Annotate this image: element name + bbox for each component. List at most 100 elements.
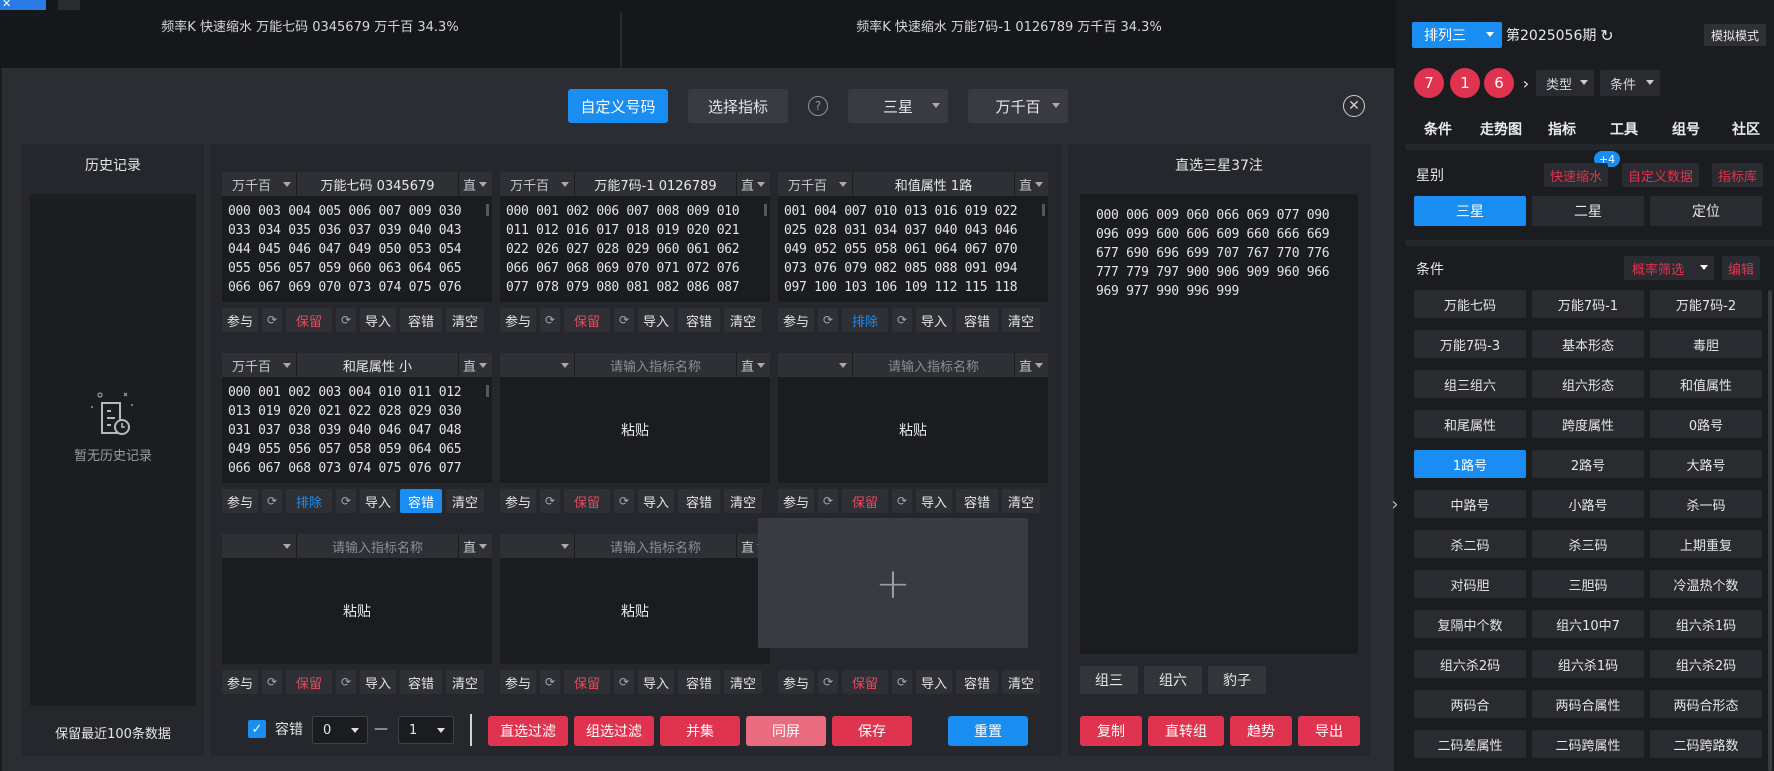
reset-button[interactable]: 重置 <box>948 716 1028 746</box>
select-indicator-button[interactable]: 选择指标 <box>688 89 788 123</box>
edit-button[interactable]: 编辑 <box>1722 256 1761 280</box>
paste-area[interactable]: 粘贴 <box>778 377 1048 483</box>
card-position-select[interactable]: 万千百 <box>778 172 853 196</box>
union-button[interactable]: 并集 <box>660 716 740 746</box>
clear-button[interactable]: 清空 <box>1002 670 1040 694</box>
nav-group-numbers[interactable]: 组号 <box>1666 118 1706 140</box>
condition-item[interactable]: 两码合属性 <box>1532 690 1644 718</box>
import-button[interactable]: 导入 <box>360 308 396 332</box>
join-button[interactable]: 参与 <box>222 670 258 694</box>
refresh-icon[interactable]: ⟳ <box>540 670 560 694</box>
import-button[interactable]: 导入 <box>360 489 396 513</box>
condition-item[interactable]: 基本形态 <box>1532 330 1644 358</box>
card-position-select[interactable]: 万千百 <box>222 353 297 377</box>
condition-item[interactable]: 上期重复 <box>1650 530 1762 558</box>
condition-item[interactable]: 1路号 <box>1414 450 1526 478</box>
condition-item[interactable]: 跨度属性 <box>1532 410 1644 438</box>
clear-button[interactable]: 清空 <box>446 308 484 332</box>
import-button[interactable]: 导入 <box>360 670 396 694</box>
paste-area[interactable]: 粘贴 <box>500 377 770 483</box>
keep-exclude-button[interactable]: 保留 <box>286 308 332 332</box>
nav-community[interactable]: 社区 <box>1726 118 1766 140</box>
nav-tools[interactable]: 工具 <box>1604 118 1644 140</box>
condition-item[interactable]: 大路号 <box>1650 450 1762 478</box>
clear-button[interactable]: 清空 <box>446 489 484 513</box>
card-numbers[interactable]: 000 003 004 005 006 007 009 030 033 034 … <box>228 202 480 298</box>
condition-item[interactable]: 组六杀2码 <box>1414 650 1526 678</box>
same-screen-button[interactable]: 同屏 <box>746 716 826 746</box>
join-button[interactable]: 参与 <box>500 489 536 513</box>
custom-data-button[interactable]: 自定义数据 <box>1622 163 1700 187</box>
tolerance-button[interactable]: 容错 <box>956 670 998 694</box>
group3-button[interactable]: 组三 <box>1080 666 1138 694</box>
condition-item[interactable]: 组三组六 <box>1414 370 1526 398</box>
condition-item[interactable]: 冷温热个数 <box>1650 570 1762 598</box>
condition-item[interactable]: 杀三码 <box>1532 530 1644 558</box>
condition-item[interactable]: 组六杀2码 <box>1650 650 1762 678</box>
import-button[interactable]: 导入 <box>638 308 674 332</box>
clear-button[interactable]: 清空 <box>1002 308 1040 332</box>
card-direct-select[interactable]: 直 <box>458 172 492 196</box>
condition-item[interactable]: 二码跨路数 <box>1650 730 1762 758</box>
group-filter-button[interactable]: 组选过滤 <box>574 716 654 746</box>
card-numbers[interactable]: 000 001 002 006 007 008 009 010 011 012 … <box>506 202 758 298</box>
card-scrollbar[interactable] <box>486 204 489 216</box>
tolerance-button[interactable]: 容错 <box>956 308 998 332</box>
fault-tolerance-checkbox[interactable]: ✓ <box>248 720 266 738</box>
condition-item[interactable]: 二码跨属性 <box>1532 730 1644 758</box>
quick-shrink-button[interactable]: 快速缩水 <box>1544 163 1609 187</box>
join-button[interactable]: 参与 <box>222 308 258 332</box>
nav-trend[interactable]: 走势图 <box>1474 118 1528 140</box>
clear-button[interactable]: 清空 <box>1002 489 1040 513</box>
refresh-icon[interactable]: ⟳ <box>540 489 560 513</box>
card-direct-select[interactable]: 直 <box>736 353 770 377</box>
chart-tab-close[interactable]: ✕ <box>0 0 46 10</box>
paste-area[interactable]: 粘贴 <box>500 558 770 664</box>
tolerance-button[interactable]: 容错 <box>678 670 720 694</box>
tolerance-button[interactable]: 容错 <box>400 308 442 332</box>
tab-two-star[interactable]: 二星 <box>1532 196 1644 226</box>
simulation-mode-button[interactable]: 模拟模式 <box>1704 24 1766 46</box>
import-button[interactable]: 导入 <box>638 670 674 694</box>
card-position-select[interactable] <box>778 353 853 377</box>
refresh-icon[interactable]: ⟳ <box>336 308 356 332</box>
card-scrollbar[interactable] <box>486 385 489 397</box>
keep-exclude-button[interactable]: 保留 <box>564 308 610 332</box>
position-select[interactable]: 万千百 <box>968 89 1068 123</box>
card-direct-select[interactable]: 直 <box>458 534 492 558</box>
to-group-button[interactable]: 直转组 <box>1148 716 1224 746</box>
refresh-icon[interactable]: ⟳ <box>614 670 634 694</box>
condition-item[interactable]: 三胆码 <box>1532 570 1644 598</box>
leopard-button[interactable]: 豹子 <box>1208 666 1266 694</box>
chevron-right-icon[interactable]: › <box>1520 70 1532 96</box>
import-button[interactable]: 导入 <box>916 670 952 694</box>
condition-item[interactable]: 组六杀1码 <box>1532 650 1644 678</box>
paste-area[interactable]: 粘贴 <box>222 558 492 664</box>
condition-item[interactable]: 万能7码-2 <box>1650 290 1762 318</box>
tolerance-button[interactable]: 容错 <box>956 489 998 513</box>
star-select[interactable]: 三星 <box>848 89 948 123</box>
refresh-icon[interactable]: ⟳ <box>262 489 282 513</box>
condition-item[interactable]: 和尾属性 <box>1414 410 1526 438</box>
keep-exclude-button[interactable]: 保留 <box>564 670 610 694</box>
condition-item[interactable]: 二码差属性 <box>1414 730 1526 758</box>
card-position-select[interactable] <box>222 534 297 558</box>
collapse-arrow-icon[interactable]: › <box>1388 490 1402 518</box>
card-position-select[interactable]: 万千百 <box>500 172 575 196</box>
card-indicator-name[interactable]: 请输入指标名称 <box>575 353 736 377</box>
type-dropdown[interactable]: 类型 <box>1536 70 1594 96</box>
sidebar-scrollbar[interactable] <box>1768 290 1772 771</box>
tolerance-max-select[interactable]: 1 <box>398 716 454 744</box>
chart-tab-add[interactable] <box>58 0 80 10</box>
join-button[interactable]: 参与 <box>778 670 814 694</box>
condition-item[interactable]: 毒胆 <box>1650 330 1762 358</box>
keep-exclude-button[interactable]: 保留 <box>286 670 332 694</box>
condition-item[interactable]: 两码合形态 <box>1650 690 1762 718</box>
refresh-icon[interactable]: ⟳ <box>818 489 838 513</box>
tab-three-star[interactable]: 三星 <box>1414 196 1526 226</box>
join-button[interactable]: 参与 <box>778 308 814 332</box>
custom-number-button[interactable]: 自定义号码 <box>568 89 668 123</box>
refresh-icon[interactable]: ⟳ <box>540 308 560 332</box>
card-scrollbar[interactable] <box>764 204 767 216</box>
save-button[interactable]: 保存 <box>832 716 912 746</box>
